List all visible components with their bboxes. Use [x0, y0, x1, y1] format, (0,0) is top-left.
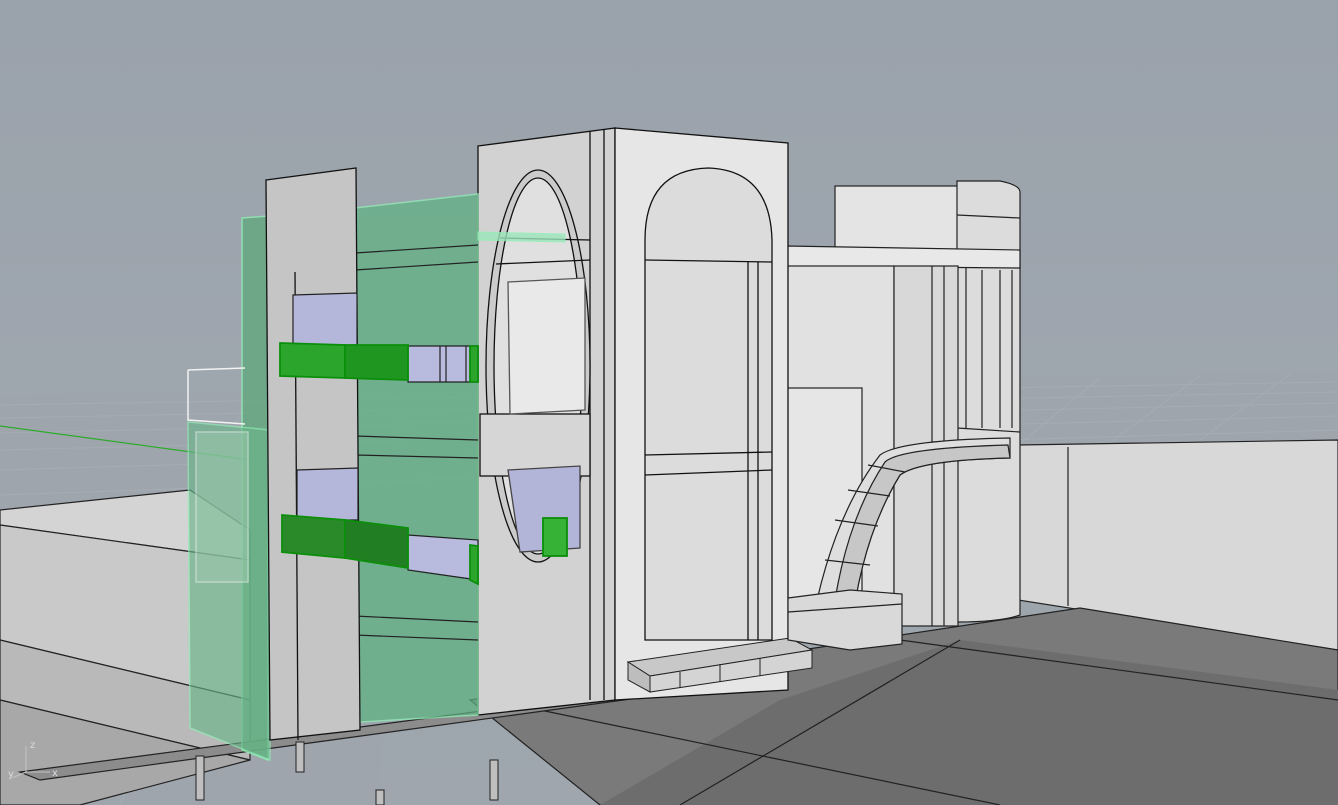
axis-label-z: z	[30, 740, 36, 751]
axis-label-x: x	[52, 768, 58, 779]
perspective-viewport[interactable]: z y x	[0, 0, 1338, 805]
world-axes-icon: z y x	[4, 738, 64, 782]
model-canvas[interactable]	[0, 0, 1338, 805]
arch-tower	[477, 127, 789, 716]
axis-label-y: y	[8, 769, 14, 780]
front-column	[265, 167, 361, 741]
